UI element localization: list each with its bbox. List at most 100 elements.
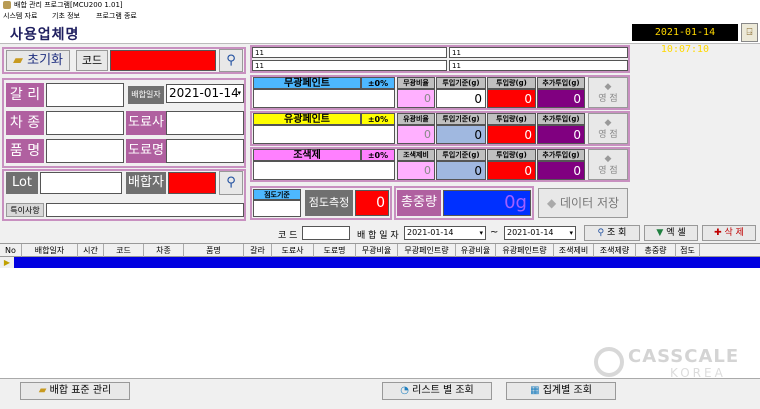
add-value: 0	[537, 125, 585, 144]
mix-date-label: 배합일자	[128, 86, 164, 104]
input-value: 0	[487, 89, 536, 108]
grid-column-header[interactable]: 갈라	[244, 244, 272, 258]
input-label: 투입량(g)	[487, 113, 536, 125]
row-pointer-icon: ▶	[0, 257, 14, 268]
remarks-input[interactable]	[46, 203, 244, 217]
search-code-input[interactable]	[302, 226, 350, 240]
grid-column-header[interactable]: 조색제비	[554, 244, 594, 258]
std-mgmt-button[interactable]: ▰ 배합 표준 관리	[20, 382, 130, 400]
input-value: 0	[487, 161, 536, 180]
add-value: 0	[537, 89, 585, 108]
car-type-input[interactable]	[46, 111, 124, 135]
grid-column-header[interactable]: 유광비율	[456, 244, 496, 258]
grid-column-header[interactable]: 배합일자	[22, 244, 78, 258]
viscosity-std-input[interactable]	[253, 200, 301, 217]
search-icon: ⚲	[597, 228, 605, 238]
add-label: 추가투입(g)	[537, 149, 585, 161]
grid-column-header[interactable]: 시간	[78, 244, 104, 258]
zero-button[interactable]: ◆ 영 점	[588, 113, 628, 144]
paint-name-label: 유광페인트	[253, 113, 361, 125]
search-date-from-value: 2021-01-14	[407, 228, 454, 237]
top-field-3[interactable]: 11	[252, 60, 447, 71]
mixer-search-icon[interactable]: ⚲	[219, 171, 243, 195]
delete-button[interactable]: ✚ 삭 제	[702, 225, 756, 241]
search-code-label: 코 드	[278, 231, 298, 241]
delete-icon: ✚	[714, 228, 722, 238]
remarks-label: 특이사항	[6, 203, 44, 217]
search-date-to[interactable]: 2021-01-14 ▾	[504, 226, 576, 240]
menu-item-system[interactable]: 시스템 자료	[3, 10, 37, 22]
paint-name-input[interactable]	[253, 161, 395, 180]
top-field-1[interactable]: 11	[252, 47, 447, 58]
grid-column-header[interactable]: 무광페인트량	[398, 244, 456, 258]
bottom-bar: ▰ 배합 표준 관리 ◔ 리스트 별 조회 ▦ 집계별 조회	[0, 378, 760, 409]
input-label: 투입량(g)	[487, 149, 536, 161]
grid-column-header[interactable]: 도료사	[272, 244, 314, 258]
zero-button[interactable]: ◆ 영 점	[588, 77, 628, 108]
ratio-label: 무광비율	[397, 77, 435, 89]
gallery-input[interactable]	[46, 83, 124, 107]
grid-column-header[interactable]: 유광페인트량	[496, 244, 554, 258]
std-value: 0	[436, 125, 486, 144]
excel-button[interactable]: ▼ 엑 셀	[644, 225, 698, 241]
product-label: 품 명	[6, 139, 44, 163]
std-label: 투입기준(g)	[436, 77, 486, 89]
menu-item-exit[interactable]: 프로그램 종료	[96, 10, 137, 22]
lot-input[interactable]	[40, 172, 122, 194]
paint-name-input[interactable]	[253, 125, 395, 144]
top-field-2[interactable]: 11	[449, 47, 628, 58]
menu-item-basic-info[interactable]: 기초 정보	[52, 10, 80, 22]
top-field-4[interactable]: 11	[449, 60, 628, 71]
grid-column-header[interactable]: 코드	[104, 244, 144, 258]
lot-label: Lot	[6, 172, 38, 194]
scale-icon: ◆	[604, 82, 612, 92]
menu-bar: 시스템 자료 기초 정보 프로그램 종료	[0, 10, 760, 22]
grid-column-header[interactable]: 도료명	[314, 244, 356, 258]
save-label: 데이터 저장	[560, 196, 620, 210]
code-input[interactable]	[110, 50, 216, 71]
folder-icon: ▰	[38, 385, 47, 396]
mix-date-picker[interactable]: 2021-01-14 ▾	[166, 84, 244, 103]
scale-icon: ◆	[604, 118, 612, 128]
save-icon: ◆	[546, 196, 557, 210]
search-date-from[interactable]: 2021-01-14 ▾	[404, 226, 486, 240]
product-input[interactable]	[46, 139, 124, 163]
grid-column-header[interactable]: 총중량	[636, 244, 676, 258]
mixer-input[interactable]	[168, 172, 216, 194]
chevron-down-icon: ▾	[569, 229, 573, 237]
exit-icon: ⍈	[746, 27, 753, 38]
grid-column-header[interactable]: 점도	[676, 244, 700, 258]
company-name: 사용업체명	[10, 27, 80, 43]
grid-column-header[interactable]: 조색제량	[594, 244, 636, 258]
paint-name-input[interactable]	[166, 139, 244, 163]
clock-display: 2021-01-14 10:07:10	[632, 24, 738, 55]
gallery-label: 갈 리	[6, 83, 44, 107]
list-query-button[interactable]: ◔ 리스트 별 조회	[382, 382, 492, 400]
grid-column-header[interactable]: 품명	[184, 244, 244, 258]
paint-name-input[interactable]	[253, 89, 395, 108]
painter-input[interactable]	[166, 111, 244, 135]
summary-query-button[interactable]: ▦ 집계별 조회	[506, 382, 616, 400]
list-query-label: 리스트 별 조회	[412, 385, 474, 396]
code-label: 코드	[76, 50, 108, 71]
total-value: 0g	[443, 190, 531, 216]
ratio-label: 유광비율	[397, 113, 435, 125]
grid-column-header[interactable]: No	[0, 244, 22, 258]
reset-button[interactable]: ▰ 초기화	[6, 50, 70, 71]
viscosity-std-label: 점도기준	[253, 189, 301, 200]
zero-label: 영 점	[598, 94, 618, 104]
chevron-down-icon: ▾	[479, 229, 483, 237]
std-value: 0	[436, 89, 486, 108]
search-icon[interactable]: ⚲	[219, 49, 243, 72]
ratio-label: 조색제비	[397, 149, 435, 161]
save-button[interactable]: ◆ 데이터 저장	[538, 188, 628, 218]
grid-column-header[interactable]: 무광비율	[356, 244, 398, 258]
grid-selected-row[interactable]: ▶	[0, 257, 760, 268]
exit-button[interactable]: ⍈	[741, 23, 758, 42]
zero-button[interactable]: ◆ 영 점	[588, 149, 628, 180]
car-type-label: 차 종	[6, 111, 44, 135]
search-button[interactable]: ⚲ 조 회	[584, 225, 640, 241]
add-label: 추가투입(g)	[537, 77, 585, 89]
grid-column-header[interactable]: 차종	[144, 244, 184, 258]
grid-header: No 배합일자 시간 코드 차종 품명 갈라 도료사 도료명 무광비율 무광페인트량 유광비율 유광페인…	[0, 243, 760, 258]
